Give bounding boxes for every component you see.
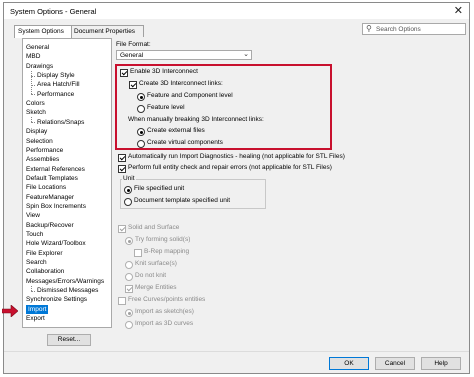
file-format-value: General <box>120 52 144 59</box>
create-virtual-radio[interactable] <box>137 140 145 148</box>
free-curves-checkbox[interactable] <box>118 297 126 305</box>
tab-system-options[interactable]: System Options <box>14 25 72 38</box>
tree-item-area-hatch-fill[interactable]: Area Hatch/Fill <box>37 80 80 89</box>
full-entity-check-label: Perform full entity check and repair err… <box>128 164 332 171</box>
import-as-3d-curves-label: Import as 3D curves <box>135 320 194 327</box>
try-forming-solids-label: Try forming solid(s) <box>135 236 191 243</box>
tree-item-search[interactable]: Search <box>26 258 47 267</box>
merge-entities-checkbox[interactable] <box>125 285 133 293</box>
file-format-select[interactable]: General ⌄ <box>116 50 252 60</box>
enable-3d-interconnect-label: Enable 3D Interconnect <box>130 68 198 75</box>
red-arrow-icon <box>2 305 18 317</box>
tree-item-mbd[interactable]: MBD <box>26 52 40 61</box>
tree-item-relations-snaps[interactable]: Relations/Snaps <box>37 118 84 127</box>
create-links-checkbox[interactable] <box>129 81 137 89</box>
tree-connector <box>31 94 35 96</box>
tree-item-featuremanager[interactable]: FeatureManager <box>26 193 74 202</box>
tree-item-selection[interactable]: Selection <box>26 137 53 146</box>
brep-mapping-checkbox[interactable] <box>134 249 142 257</box>
full-entity-check-checkbox[interactable] <box>118 165 126 173</box>
solid-surface-label: Solid and Surface <box>128 224 180 231</box>
close-icon[interactable]: ✕ <box>454 4 463 17</box>
tree-connector <box>31 122 35 124</box>
import-as-sketch-label: Import as sketch(es) <box>135 308 194 315</box>
search-input[interactable]: ⚲ Search Options <box>362 23 466 35</box>
do-not-knit-label: Do not knit <box>135 272 167 279</box>
solid-surface-checkbox[interactable] <box>118 225 126 233</box>
do-not-knit-radio[interactable] <box>125 273 133 281</box>
tree-item-drawings[interactable]: Drawings <box>26 62 53 71</box>
file-format-label: File Format: <box>116 41 151 48</box>
tree-item-dismissed-messages[interactable]: Dismissed Messages <box>37 286 98 295</box>
auto-import-diagnostics-checkbox[interactable] <box>118 154 126 162</box>
cancel-button[interactable]: Cancel <box>375 357 415 370</box>
window-title: System Options - General <box>10 7 97 16</box>
file-specified-unit-radio[interactable] <box>124 186 132 194</box>
tree-item-collaboration[interactable]: Collaboration <box>26 267 64 276</box>
create-virtual-label: Create virtual components <box>147 139 223 146</box>
import-as-3d-curves-radio[interactable] <box>125 321 133 329</box>
tab-document-properties[interactable]: Document Properties <box>70 25 144 37</box>
create-links-label: Create 3D Interconnect links: <box>139 80 223 87</box>
tree-connector <box>31 285 32 291</box>
knit-surfaces-radio[interactable] <box>125 261 133 269</box>
tree-connector <box>31 290 35 292</box>
feature-component-radio[interactable] <box>137 93 145 101</box>
unit-group-title: Unit <box>122 175 136 183</box>
enable-3d-interconnect-checkbox[interactable] <box>120 69 128 77</box>
when-breaking-label: When manually breaking 3D Interconnect l… <box>128 116 264 123</box>
doc-template-unit-label: Document template specified unit <box>134 197 231 204</box>
create-external-label: Create external files <box>147 127 205 134</box>
ok-button[interactable]: OK <box>329 357 369 370</box>
search-icon: ⚲ <box>366 24 372 33</box>
tree-item-default-templates[interactable]: Default Templates <box>26 174 78 183</box>
tree-item-export[interactable]: Export <box>26 314 45 323</box>
auto-import-diagnostics-label: Automatically run Import Diagnostics - h… <box>128 153 345 160</box>
import-as-sketch-radio[interactable] <box>125 309 133 317</box>
create-external-radio[interactable] <box>137 128 145 136</box>
search-placeholder: Search Options <box>376 26 421 33</box>
tree-item-assemblies[interactable]: Assemblies <box>26 155 59 164</box>
tree-item-performance[interactable]: Performance <box>26 146 63 155</box>
doc-template-unit-radio[interactable] <box>124 198 132 206</box>
tree-item-spin-box-increments[interactable]: Spin Box Increments <box>26 202 86 211</box>
feature-level-label: Feature level <box>147 104 185 111</box>
tree-connector <box>31 70 32 95</box>
tree-item-external-references[interactable]: External References <box>26 165 85 174</box>
tree-item-touch[interactable]: Touch <box>26 230 43 239</box>
knit-surfaces-label: Knit surface(s) <box>135 260 177 267</box>
free-curves-label: Free Curves/points entities <box>128 296 206 303</box>
system-options-dialog: System Options - General ✕ System Option… <box>3 2 470 374</box>
try-forming-solids-radio[interactable] <box>125 237 133 245</box>
tree-item-file-locations[interactable]: File Locations <box>26 183 66 192</box>
tree-item-display-style[interactable]: Display Style <box>37 71 75 80</box>
tree-item-colors[interactable]: Colors <box>26 99 45 108</box>
tree-item-import[interactable]: Import <box>26 304 49 314</box>
feature-level-radio[interactable] <box>137 105 145 113</box>
tree-connector <box>31 117 32 123</box>
feature-component-label: Feature and Component level <box>147 92 233 99</box>
title-bar: System Options - General ✕ <box>4 3 469 19</box>
tree-item-performance[interactable]: Performance <box>37 90 74 99</box>
footer-divider <box>4 351 469 352</box>
tree-item-backup-recover[interactable]: Backup/Recover <box>26 221 74 230</box>
tree-item-sketch[interactable]: Sketch <box>26 108 46 117</box>
tree-item-hole-wizard-toolbox[interactable]: Hole Wizard/Toolbox <box>26 239 86 248</box>
brep-mapping-label: B-Rep mapping <box>144 248 190 255</box>
reset-button[interactable]: Reset... <box>47 334 91 346</box>
chevron-down-icon: ⌄ <box>243 51 249 58</box>
tree-item-view[interactable]: View <box>26 211 40 220</box>
tree-item-messages-errors-warnings[interactable]: Messages/Errors/Warnings <box>26 277 104 286</box>
file-specified-unit-label: File specified unit <box>134 185 185 192</box>
tree-item-general[interactable]: General <box>26 43 49 52</box>
help-button[interactable]: Help <box>421 357 461 370</box>
options-tree[interactable]: General MBD Drawings Display Style Area Hatc… <box>22 38 112 328</box>
merge-entities-label: Merge Entities <box>135 284 177 291</box>
tree-item-file-explorer[interactable]: File Explorer <box>26 249 62 258</box>
tree-item-display[interactable]: Display <box>26 127 47 136</box>
tree-item-synchronize-settings[interactable]: Synchronize Settings <box>26 295 87 304</box>
